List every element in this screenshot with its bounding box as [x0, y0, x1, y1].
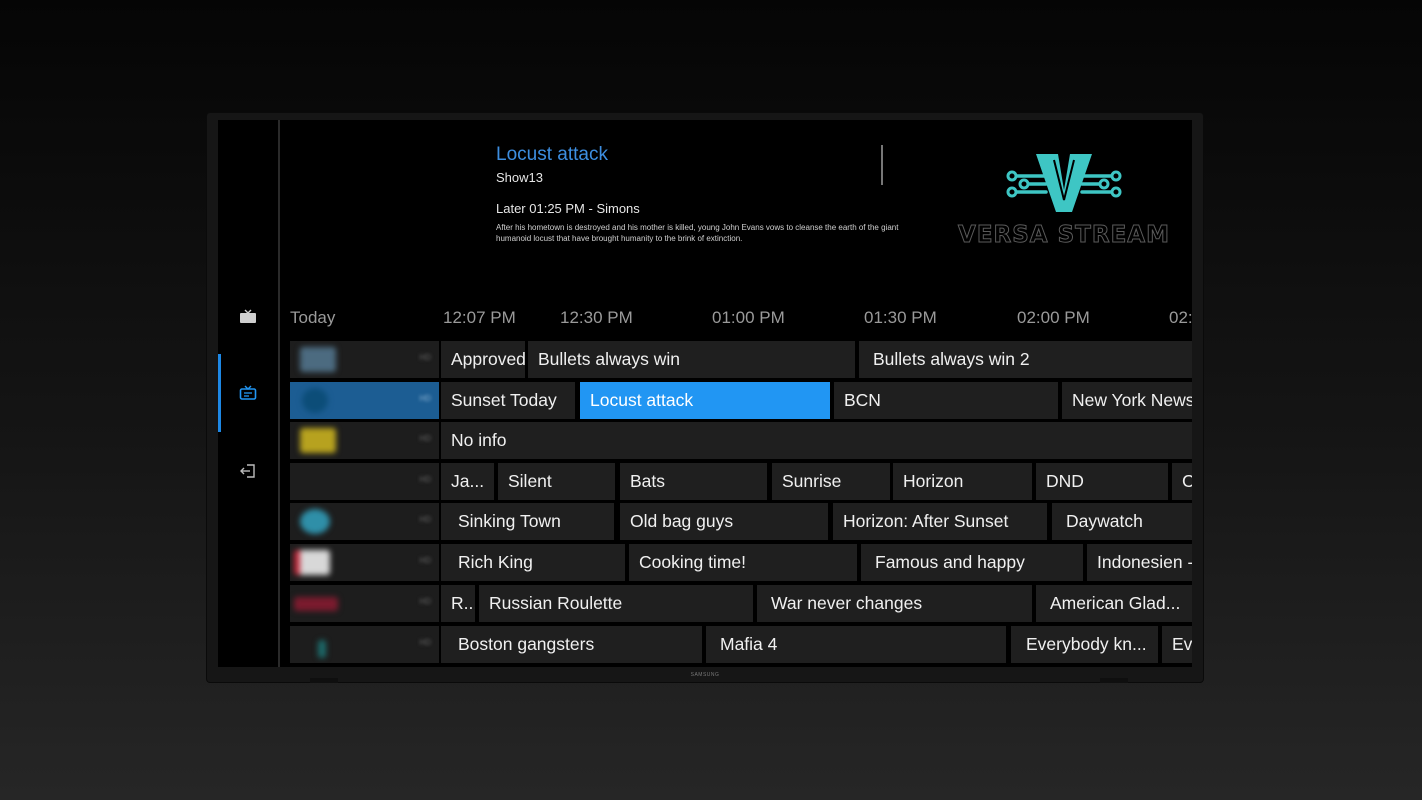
channel-name: HD — [419, 515, 431, 524]
epg-row: HD Sunset Today Locust attack BCN New Yo… — [290, 382, 1192, 419]
time-label-today: Today — [290, 308, 336, 327]
epg-row: HD Sinking Town Old bag guys Horizon: Af… — [290, 503, 1192, 540]
program-cell[interactable]: Famous and happy — [861, 544, 1083, 581]
epg-row: HD Rich King Cooking time! Famous and ha… — [290, 544, 1192, 581]
program-cell[interactable]: Ev — [1162, 626, 1192, 663]
time-label: 02:30 PM — [1169, 308, 1192, 327]
time-label: 01:00 PM — [712, 308, 785, 327]
program-cell[interactable]: No info — [441, 422, 1192, 459]
program-cell[interactable]: Sinking Town — [441, 503, 614, 540]
program-cell[interactable]: Cooking time! — [629, 544, 857, 581]
program-cell[interactable]: Russian Roulette — [479, 585, 753, 622]
time-bar: Today 12:07 PM 12:30 PM 01:00 PM 01:30 P… — [290, 308, 1192, 328]
program-cell[interactable]: Indonesien - — [1087, 544, 1192, 581]
epg-row: HD Approved Bullets always win Bullets a… — [290, 341, 1192, 378]
channel-name: HD — [419, 475, 431, 484]
channel-name: HD — [419, 597, 431, 606]
epg-row: HD No info — [290, 422, 1192, 459]
channel-logo — [300, 428, 336, 453]
program-cell[interactable]: Bats — [620, 463, 767, 500]
program-cell[interactable]: Rich King — [441, 544, 625, 581]
program-cell[interactable]: Bullets always win 2 — [859, 341, 1192, 378]
header-divider — [881, 145, 883, 185]
channel-logo — [302, 388, 328, 413]
channel-logo — [318, 640, 326, 658]
program-cell[interactable]: Bullets always win — [528, 341, 855, 378]
channel-cell[interactable]: HD — [290, 422, 439, 459]
program-title: Locust attack — [496, 144, 608, 165]
epg-grid: HD Approved Bullets always win Bullets a… — [290, 341, 1192, 667]
nav-item-exit[interactable] — [218, 436, 278, 506]
program-cell[interactable]: Everybody kn... — [1011, 626, 1158, 663]
program-cell[interactable]: New York News — [1062, 382, 1192, 419]
channel-logo — [294, 597, 338, 611]
program-cell[interactable]: Mafia 4 — [706, 626, 1006, 663]
epg-row: HD Boston gangsters Mafia 4 Everybody kn… — [290, 626, 1192, 663]
channel-logo — [300, 347, 336, 372]
program-cell[interactable]: DND — [1036, 463, 1168, 500]
channel-cell[interactable]: HD — [290, 463, 439, 500]
nav-item-guide[interactable] — [218, 354, 278, 432]
channel-name: HD — [419, 353, 431, 362]
time-label: 02:00 PM — [1017, 308, 1090, 327]
nav-item-live-tv[interactable] — [218, 282, 278, 352]
tv-icon — [239, 309, 257, 325]
channel-name: HD — [419, 638, 431, 647]
next-program: Later 01:25 PM - Simons — [496, 201, 640, 216]
program-cell[interactable]: Sunset Today — [441, 382, 575, 419]
program-cell[interactable]: Old bag guys — [620, 503, 828, 540]
channel-cell[interactable]: HD — [290, 585, 439, 622]
program-cell[interactable]: Horizon — [893, 463, 1032, 500]
program-cell[interactable]: BCN — [834, 382, 1058, 419]
side-nav — [218, 120, 280, 667]
program-cell[interactable]: War never changes — [757, 585, 1032, 622]
program-cell[interactable]: Silent — [498, 463, 615, 500]
channel-name: HD — [419, 394, 431, 403]
epg-row: HD Ja... Silent Bats Sunrise Horizon DND… — [290, 463, 1192, 500]
tv-foot-left — [310, 678, 338, 683]
channel-cell[interactable]: HD — [290, 626, 439, 663]
channel-cell[interactable]: HD — [290, 544, 439, 581]
program-cell[interactable]: R... — [441, 585, 475, 622]
channel-name: HD — [419, 434, 431, 443]
time-label: 12:30 PM — [560, 308, 633, 327]
program-description: After his hometown is destroyed and his … — [496, 223, 899, 243]
epg-row: HD R... Russian Roulette War never chang… — [290, 585, 1192, 622]
program-cell[interactable]: Sunrise — [772, 463, 890, 500]
versa-stream-logo: VERSA STREAM — [954, 150, 1174, 250]
logo-v-icon — [1006, 154, 1122, 212]
program-details: Locust attack Show13 Later 01:25 PM - Si… — [496, 144, 926, 244]
tv-brand: SAMSUNG — [690, 672, 720, 678]
channel-cell[interactable]: HD — [290, 341, 439, 378]
program-cell[interactable]: Ja... — [441, 463, 494, 500]
program-cell[interactable]: Horizon: After Sunset — [833, 503, 1047, 540]
channel-logo — [294, 550, 330, 575]
program-subtitle: Show13 — [496, 170, 543, 185]
tv-screen: Locust attack Show13 Later 01:25 PM - Si… — [218, 120, 1192, 667]
time-label: 12:07 PM — [443, 308, 516, 327]
program-cell[interactable]: Approved — [441, 341, 525, 378]
program-cell[interactable]: C — [1172, 463, 1192, 500]
logout-icon — [239, 463, 257, 479]
program-cell[interactable]: American Glad... — [1036, 585, 1192, 622]
tv-foot-right — [1100, 678, 1128, 683]
channel-logo — [300, 509, 330, 534]
time-label: 01:30 PM — [864, 308, 937, 327]
program-cell[interactable]: Daywatch — [1052, 503, 1192, 540]
channel-cell[interactable]: HD — [290, 382, 439, 419]
guide-icon — [239, 385, 257, 401]
logo-text: VERSA STREAM — [958, 222, 1170, 249]
program-cell-focused[interactable]: Locust attack — [580, 382, 830, 419]
channel-name: HD — [419, 556, 431, 565]
program-cell[interactable]: Boston gangsters — [441, 626, 702, 663]
channel-cell[interactable]: HD — [290, 503, 439, 540]
